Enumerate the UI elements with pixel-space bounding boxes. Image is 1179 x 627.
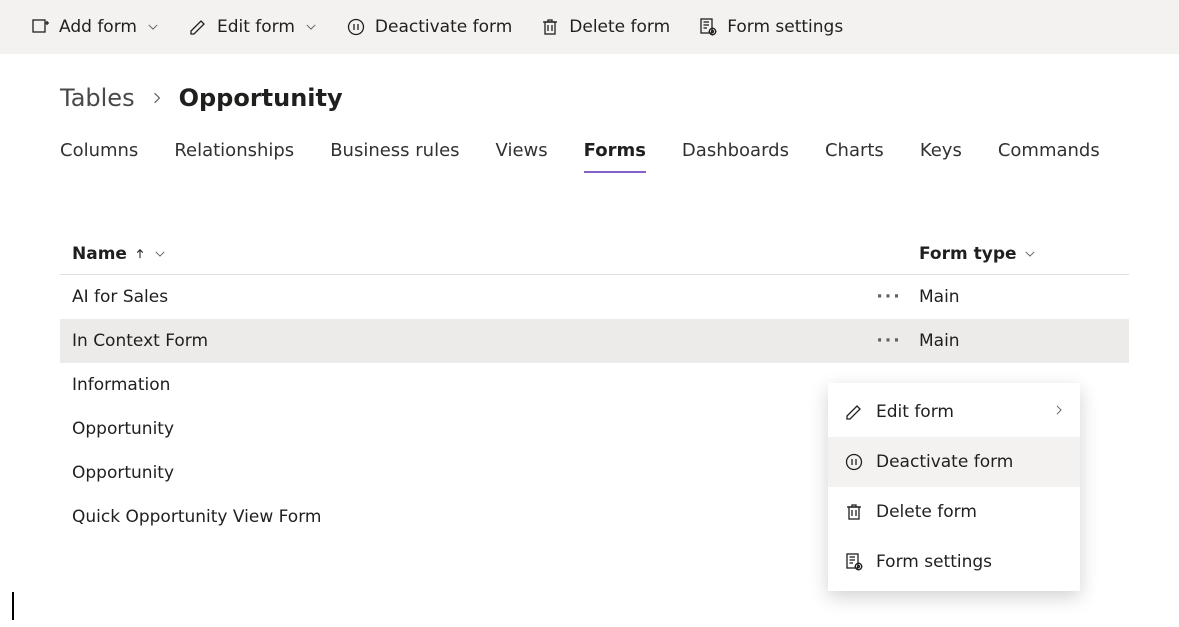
tab-commands[interactable]: Commands [998, 140, 1100, 173]
trash-icon [540, 17, 560, 37]
breadcrumb-current: Opportunity [179, 84, 343, 112]
column-header-form-type-label: Form type [919, 244, 1017, 264]
row-more-actions[interactable]: ··· [859, 287, 919, 307]
context-edit-form-label: Edit form [876, 402, 954, 422]
table-row[interactable]: In Context Form···Main [60, 319, 1129, 363]
breadcrumb-root[interactable]: Tables [60, 84, 135, 112]
text-cursor [12, 592, 14, 620]
row-name: AI for Sales [72, 287, 859, 307]
edit-icon [844, 402, 864, 422]
add-form-label: Add form [59, 17, 137, 37]
row-form-type: Main [919, 287, 1119, 307]
context-deactivate-form-label: Deactivate form [876, 452, 1013, 472]
table-row[interactable]: AI for Sales···Main [60, 275, 1129, 319]
row-name: Information [72, 375, 859, 395]
row-name: Opportunity [72, 419, 859, 439]
deactivate-form-button[interactable]: Deactivate form [346, 17, 512, 37]
context-form-settings-label: Form settings [876, 552, 992, 572]
form-settings-icon [698, 17, 718, 37]
pause-circle-icon [844, 452, 864, 472]
entity-tabs: Columns Relationships Business rules Views F… [60, 140, 1129, 174]
chevron-right-icon [1052, 402, 1066, 422]
context-form-settings[interactable]: Form settings [828, 537, 1080, 587]
tab-forms[interactable]: Forms [584, 140, 646, 173]
context-edit-form[interactable]: Edit form [828, 387, 1080, 437]
tab-business-rules[interactable]: Business rules [330, 140, 459, 173]
form-settings-label: Form settings [727, 17, 843, 37]
pause-circle-icon [346, 17, 366, 37]
sort-asc-icon [133, 247, 147, 261]
context-deactivate-form[interactable]: Deactivate form [828, 437, 1080, 487]
delete-form-label: Delete form [569, 17, 670, 37]
tab-keys[interactable]: Keys [920, 140, 962, 173]
row-name: Opportunity [72, 463, 859, 483]
tab-columns[interactable]: Columns [60, 140, 138, 173]
chevron-right-icon [149, 84, 165, 112]
tab-views[interactable]: Views [496, 140, 548, 173]
tab-charts[interactable]: Charts [825, 140, 884, 173]
deactivate-form-label: Deactivate form [375, 17, 512, 37]
command-bar: Add form Edit form Deactivate form Delet… [0, 0, 1179, 54]
tab-relationships[interactable]: Relationships [174, 140, 294, 173]
grid-header: Name Form type [60, 234, 1129, 275]
row-name: Quick Opportunity View Form [72, 507, 859, 527]
form-settings-button[interactable]: Form settings [698, 17, 843, 37]
context-delete-form-label: Delete form [876, 502, 977, 522]
edit-form-label: Edit form [217, 17, 295, 37]
trash-icon [844, 502, 864, 522]
chevron-down-icon [153, 247, 167, 261]
delete-form-button[interactable]: Delete form [540, 17, 670, 37]
row-name: In Context Form [72, 331, 859, 351]
chevron-down-icon [1023, 247, 1037, 261]
chevron-down-icon [304, 20, 318, 34]
row-context-menu: Edit form Deactivate form Delete form Fo… [828, 383, 1080, 591]
column-header-name[interactable]: Name [72, 244, 859, 264]
breadcrumb: Tables Opportunity [60, 84, 1129, 140]
context-delete-form[interactable]: Delete form [828, 487, 1080, 537]
chevron-down-icon [146, 20, 160, 34]
tab-dashboards[interactable]: Dashboards [682, 140, 789, 173]
edit-form-button[interactable]: Edit form [188, 17, 318, 37]
edit-icon [188, 17, 208, 37]
row-form-type: Main [919, 331, 1119, 351]
row-more-actions[interactable]: ··· [859, 331, 919, 351]
column-header-name-label: Name [72, 244, 127, 264]
form-settings-icon [844, 552, 864, 572]
column-header-form-type[interactable]: Form type [919, 244, 1119, 264]
add-form-icon [30, 17, 50, 37]
add-form-button[interactable]: Add form [30, 17, 160, 37]
